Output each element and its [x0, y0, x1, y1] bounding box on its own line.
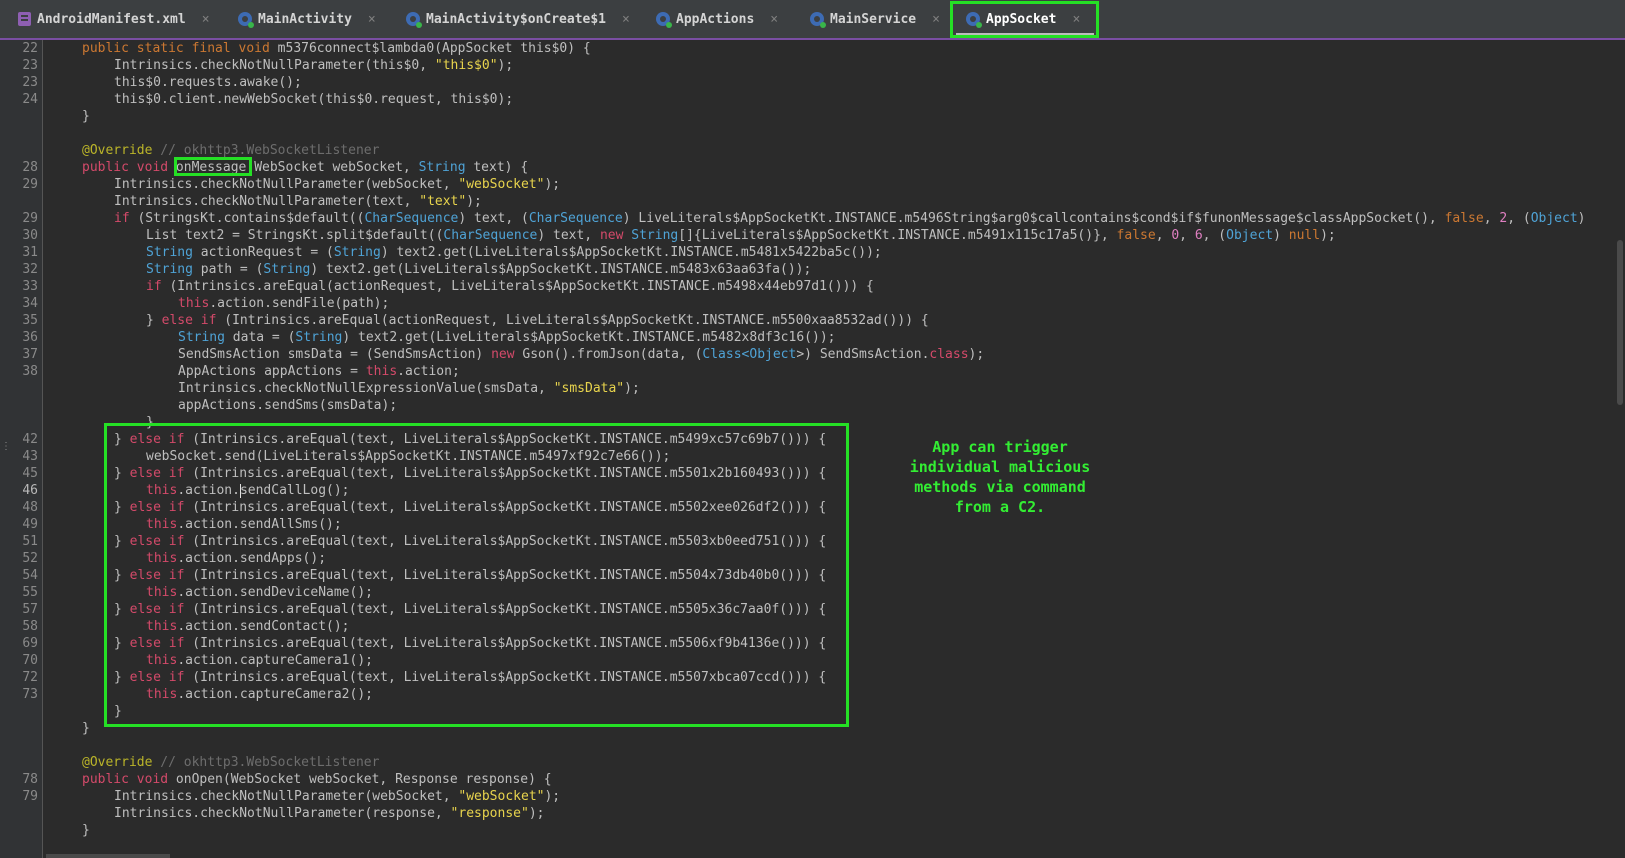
tab-label: MainActivity$onCreate$1	[426, 11, 607, 27]
tab-mainactivity-oncreate[interactable]: MainActivity$onCreate$1 ×	[406, 0, 630, 38]
close-icon[interactable]: ×	[622, 12, 630, 27]
tab-appactions[interactable]: AppActions ×	[656, 0, 778, 38]
close-icon[interactable]: ×	[932, 12, 940, 27]
code-line: 30 List text2 = StringsKt.split$default(…	[0, 227, 1625, 244]
code-line: @Override // okhttp3.WebSocketListener	[82, 755, 380, 770]
line-number: 49	[22, 517, 38, 532]
code-line: 31 String actionRequest = (String) text2…	[0, 244, 1625, 261]
code-line: 34 this.action.sendFile(path);	[0, 295, 1625, 312]
tab-mainactivity[interactable]: MainActivity ×	[238, 0, 376, 38]
line-number: 51	[22, 534, 38, 549]
line-number: 48	[22, 500, 38, 515]
line-number: 45	[22, 466, 38, 481]
line-number: 23	[22, 75, 38, 90]
line-number: 79	[22, 789, 38, 804]
code-line: 22 public static final void m5376connect…	[0, 40, 1625, 57]
line-number: 69	[22, 636, 38, 651]
line-number: 54	[22, 568, 38, 583]
line-number: 29	[22, 177, 38, 192]
code-line: 33 if (Intrinsics.areEqual(actionRequest…	[0, 278, 1625, 295]
line-number: 32	[22, 262, 38, 277]
class-icon	[656, 12, 672, 28]
malicious-methods-highlight-box	[104, 423, 849, 727]
tab-label: MainActivity	[258, 11, 352, 27]
line-number: 36	[22, 330, 38, 345]
vertical-scrollbar[interactable]	[1617, 240, 1623, 405]
code-line: }	[82, 109, 90, 124]
code-line: 37 SendSmsAction smsData = (SendSmsActio…	[0, 346, 1625, 363]
code-line: }	[82, 823, 90, 838]
code-line: appActions.sendSms(smsData);	[178, 398, 398, 413]
code-line: 32 String path = (String) text2.get(Live…	[0, 261, 1625, 278]
line-number: 31	[22, 245, 38, 260]
close-icon[interactable]: ×	[368, 12, 376, 27]
line-number: 29	[22, 211, 38, 226]
line-number: 55	[22, 585, 38, 600]
tab-androidmanifest[interactable]: AndroidManifest.xml ×	[18, 0, 210, 38]
class-icon	[810, 12, 826, 28]
annotation-callout: App can trigger individual malicious met…	[909, 438, 1091, 516]
line-number: 35	[22, 313, 38, 328]
line-number: 43	[22, 449, 38, 464]
active-tab-highlight-box	[950, 1, 1099, 38]
tab-label: MainService	[830, 11, 917, 27]
line-number: 28	[22, 160, 38, 175]
code-line: Intrinsics.checkNotNullExpressionValue(s…	[178, 381, 640, 396]
code-line: 23 this$0.requests.awake();	[0, 74, 1625, 91]
class-icon	[238, 12, 254, 28]
line-number: 33	[22, 279, 38, 294]
tab-mainservice[interactable]: MainService ×	[810, 0, 940, 38]
code-line: 35 } else if (Intrinsics.areEqual(action…	[0, 312, 1625, 329]
code-line: 29 if (StringsKt.contains$default((CharS…	[0, 210, 1625, 227]
line-number: 42	[22, 432, 38, 447]
line-number: 78	[22, 772, 38, 787]
code-line: 29 Intrinsics.checkNotNullParameter(webS…	[0, 176, 1625, 193]
code-line: 36 String data = (String) text2.get(Live…	[0, 329, 1625, 346]
code-line: Intrinsics.checkNotNullParameter(text, "…	[114, 194, 482, 209]
close-icon[interactable]: ×	[202, 12, 210, 27]
line-number: 38	[22, 364, 38, 379]
line-number: 37	[22, 347, 38, 362]
line-number: 30	[22, 228, 38, 243]
line-number: 58	[22, 619, 38, 634]
line-number: 23	[22, 58, 38, 73]
line-number: 46	[22, 483, 38, 498]
line-number: 72	[22, 670, 38, 685]
horizontal-scrollbar[interactable]	[46, 854, 170, 858]
code-line: 38 AppActions appActions = this.action;	[0, 363, 1625, 380]
code-line: 79 Intrinsics.checkNotNullParameter(webS…	[0, 788, 1625, 805]
tab-label: AppActions	[676, 11, 755, 27]
line-number: 34	[22, 296, 38, 311]
code-line: 24 this$0.client.newWebSocket(this$0.req…	[0, 91, 1625, 108]
class-icon	[406, 12, 422, 28]
line-number: 24	[22, 92, 38, 107]
xml-file-icon	[18, 12, 31, 26]
tab-label: AndroidManifest.xml	[37, 11, 186, 27]
editor-tab-bar: AndroidManifest.xml × MainActivity × Mai…	[0, 0, 1625, 40]
code-line: 78 public void onOpen(WebSocket webSocke…	[0, 771, 1625, 788]
close-icon[interactable]: ×	[770, 12, 778, 27]
line-number: 57	[22, 602, 38, 617]
line-number: 52	[22, 551, 38, 566]
line-number: 70	[22, 653, 38, 668]
line-number: 22	[22, 41, 38, 56]
onmessage-highlight-box	[174, 157, 252, 176]
code-line: Intrinsics.checkNotNullParameter(respons…	[114, 806, 545, 821]
code-line: 23 Intrinsics.checkNotNullParameter(this…	[0, 57, 1625, 74]
line-number: 73	[22, 687, 38, 702]
